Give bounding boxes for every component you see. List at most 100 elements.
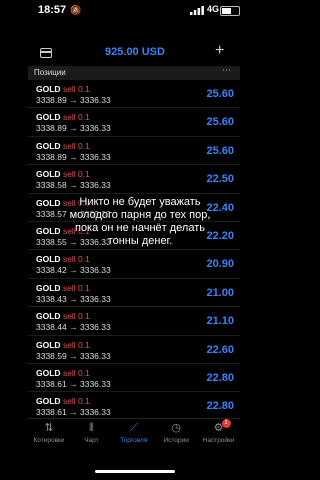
open-price: 3338.44: [36, 322, 67, 333]
position-prices: 3338.61 → 3336.33: [36, 379, 111, 389]
current-price: 3336.33: [79, 151, 111, 162]
position-symbol: GOLD sell 0.1: [36, 169, 90, 180]
position-profit: 21.10: [206, 315, 234, 328]
clock: 18:57: [38, 4, 67, 16]
current-price: 3336.33: [79, 265, 111, 276]
position-symbol: GOLD sell 0.1: [36, 367, 90, 378]
position-prices: 3338.42 → 3336.33: [36, 265, 111, 275]
settings-gear-icon: ⚙: [213, 422, 224, 434]
position-symbol: GOLD sell 0.1: [36, 339, 90, 350]
new-order-plus-icon[interactable]: +: [215, 42, 224, 60]
current-price: 3336.33: [79, 123, 111, 134]
tab-label: Истории: [163, 437, 189, 444]
position-profit: 20.90: [206, 258, 234, 271]
top-bar: 925.00 USD +: [0, 42, 270, 66]
current-price: 3336.33: [79, 95, 111, 105]
arrow-right-icon: →: [69, 322, 78, 333]
current-price: 3336.33: [79, 407, 111, 418]
position-profit: 25.60: [206, 88, 234, 100]
position-profit: 25.60: [206, 144, 234, 157]
order-type: sell 0.1: [62, 396, 90, 407]
open-price: 3338.58: [36, 180, 67, 191]
order-type: sell 0.1: [62, 282, 90, 293]
tab-0[interactable]: ⇅ Котировки: [28, 421, 70, 444]
notification-badge: 1: [221, 419, 231, 428]
position-prices: 3338.44 → 3336.33: [36, 322, 111, 332]
positions-header: Позиции ⋯: [28, 65, 240, 80]
battery-icon: [220, 6, 240, 16]
arrow-right-icon: →: [69, 123, 78, 134]
current-price: 3336.33: [79, 293, 111, 304]
position-row[interactable]: GOLD sell 0.1 3338.89 → 3336.33 25.60: [28, 137, 240, 166]
position-symbol: GOLD sell 0.1: [36, 311, 90, 322]
section-title: Позиции: [34, 68, 66, 77]
more-dots-icon[interactable]: ⋯: [222, 65, 232, 76]
position-symbol: GOLD sell 0.1: [36, 140, 90, 151]
position-row[interactable]: GOLD sell 0.1 3338.59 → 3336.33 22.60: [28, 336, 240, 364]
order-type: sell 0.1: [62, 84, 90, 94]
position-prices: 3338.58 → 3336.33: [36, 180, 111, 190]
position-symbol: GOLD sell 0.1: [36, 282, 90, 293]
home-indicator[interactable]: [95, 470, 175, 473]
arrow-right-icon: →: [69, 265, 78, 276]
open-price: 3338.42: [36, 265, 67, 276]
position-profit: 22.80: [206, 400, 234, 413]
current-price: 3336.33: [79, 180, 111, 191]
position-profit: 21.00: [206, 286, 234, 299]
order-type: sell 0.1: [62, 367, 90, 378]
tab-1[interactable]: ⫴ Чарт: [70, 421, 112, 444]
position-symbol: GOLD sell 0.1: [36, 112, 90, 123]
status-bar: 18:57 🔕 4G: [0, 0, 270, 22]
tab-label: Чарт: [84, 437, 99, 444]
position-row[interactable]: GOLD sell 0.1 3338.61 → 3336.33 22.80: [28, 364, 240, 393]
position-prices: 3338.89 → 3336.33: [36, 152, 111, 162]
position-prices: 3338.59 → 3336.33: [36, 351, 111, 361]
current-price: 3336.33: [79, 322, 111, 333]
open-price: 3338.61: [36, 378, 67, 389]
trade-icon: ⟋: [129, 422, 138, 434]
position-symbol: GOLD sell 0.1: [36, 396, 90, 407]
position-row[interactable]: GOLD sell 0.1 3338.58 → 3336.33 22.50: [28, 165, 240, 194]
history-clock-icon: ◷: [171, 422, 181, 434]
position-prices: 3338.89 → 3336.33: [36, 123, 111, 133]
order-type: sell 0.1: [62, 169, 90, 180]
position-row[interactable]: GOLD sell 0.1 3338.42 → 3336.33 20.90: [28, 250, 240, 279]
open-price: 3338.89: [36, 123, 67, 134]
arrow-right-icon: →: [69, 378, 78, 389]
tab-label: Торговля: [120, 437, 148, 444]
position-prices: 3338.43 → 3336.33: [36, 294, 111, 304]
tab-3[interactable]: ◷ Истории: [155, 421, 197, 444]
order-type: sell 0.1: [62, 339, 90, 350]
account-balance[interactable]: 925.00 USD: [0, 46, 270, 58]
order-type: sell 0.1: [62, 112, 90, 123]
bottom-tab-bar: ⇅ Котировки ⫴ Чарт ⟋ Торговля ◷ Истории ⚙ Настрой…: [28, 418, 240, 451]
tab-label: Настройки: [202, 437, 235, 444]
open-price: 3338.89: [36, 151, 67, 162]
position-row[interactable]: GOLD sell 0.1 3338.89 → 3336.33 25.60: [28, 108, 240, 137]
position-row[interactable]: GOLD sell 0.1 3338.89 → 3336.33 25.60: [28, 80, 240, 109]
arrow-right-icon: →: [69, 151, 78, 162]
position-prices: 3338.61 → 3336.33: [36, 407, 111, 417]
current-price: 3336.33: [79, 378, 111, 389]
tab-2[interactable]: ⟋ Торговля: [113, 421, 155, 444]
position-row[interactable]: GOLD sell 0.1 3338.61 → 3336.33 22.80: [28, 392, 240, 421]
order-type: sell 0.1: [62, 140, 90, 151]
tab-4[interactable]: ⚙ Настройки 1: [198, 419, 240, 444]
positions-list: GOLD sell 0.1 3338.89 → 3336.33 25.60 GOLD …: [28, 80, 240, 421]
chart-candles-icon: ⫴: [89, 422, 94, 434]
open-price: 3338.61: [36, 407, 67, 418]
video-caption: Никто не будет уважать молодого парня до…: [69, 196, 211, 247]
order-type: sell 0.1: [62, 311, 90, 322]
mute-bell-icon: 🔕: [70, 5, 82, 15]
current-price: 3336.33: [79, 350, 111, 361]
arrow-right-icon: →: [69, 95, 78, 105]
position-profit: 25.60: [206, 116, 234, 129]
position-row[interactable]: GOLD sell 0.1 3338.44 → 3336.33 21.10: [28, 307, 240, 336]
open-price: 3338.43: [36, 293, 67, 304]
position-row[interactable]: GOLD sell 0.1 3338.43 → 3336.33 21.00: [28, 279, 240, 308]
position-profit: 22.80: [206, 371, 234, 384]
arrow-right-icon: →: [69, 293, 78, 304]
position-symbol: GOLD sell 0.1: [36, 254, 90, 265]
network-type: 4G: [207, 4, 220, 14]
order-type: sell 0.1: [62, 254, 90, 265]
